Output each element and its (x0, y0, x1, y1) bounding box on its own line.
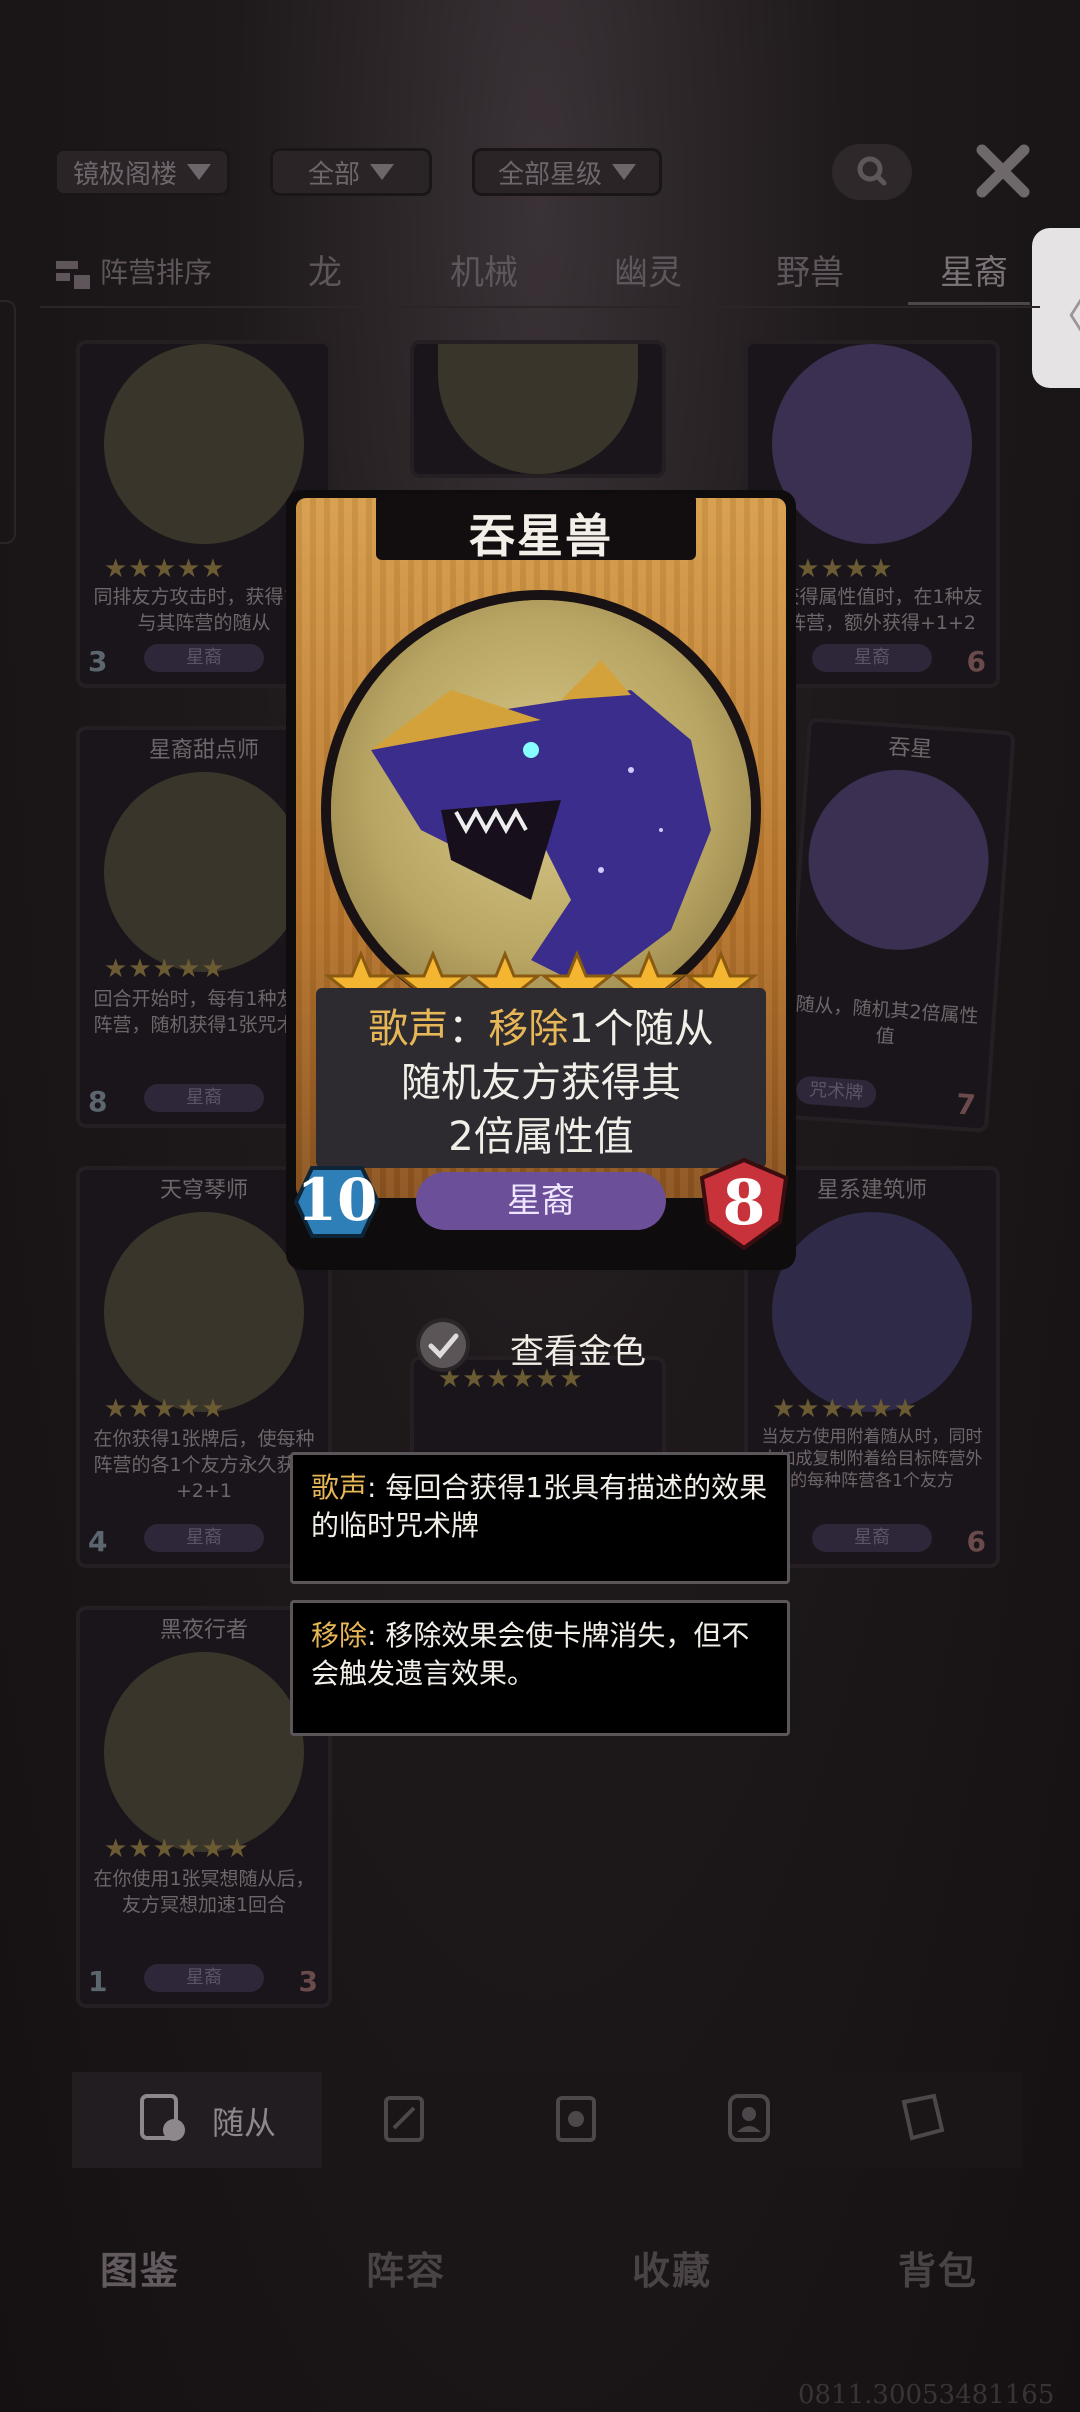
chevron-down-icon (612, 164, 636, 180)
tab-dragon[interactable]: 龙 (308, 245, 342, 294)
card-description: 在你使用1张冥想随从后，友方冥想加速1回合 (93, 1868, 315, 1916)
star-rating: ★★★★★ (104, 1394, 226, 1424)
close-button[interactable] (972, 140, 1034, 202)
sort-by-race-button[interactable]: 阵营排序 (54, 251, 212, 291)
featured-card-cost: 10 (296, 1166, 378, 1234)
card-description: 在你获得1张牌后，使每种阵营的各1个友方永久获得+2+1 (93, 1428, 315, 1502)
card-race: 星裔 (144, 1084, 264, 1112)
card-cost: 1 (88, 1965, 108, 1998)
text-line-2: 随机友方获得其 (401, 1060, 681, 1106)
card-race: 星裔 (144, 1524, 264, 1552)
search-button[interactable] (832, 144, 912, 200)
featured-card-race: 星裔 (416, 1172, 666, 1230)
card-race: 星裔 (812, 1524, 932, 1552)
left-edge-handle[interactable] (0, 300, 16, 544)
chevron-down-icon (370, 164, 394, 180)
minion-icon (140, 2094, 185, 2141)
card-portrait (104, 1652, 304, 1852)
trinket-icon[interactable] (550, 2090, 606, 2146)
card-portrait (438, 344, 638, 474)
view-gold-label: 查看金色 (510, 1332, 646, 1372)
card-cost: 8 (88, 1085, 108, 1118)
card-race: 星裔 (144, 1964, 264, 1992)
card-description: 随从，随机其2倍属性值 (794, 993, 980, 1049)
active-tab-indicator (908, 302, 1030, 305)
text-separator: ： (448, 1006, 489, 1052)
filter-location-label: 镜极阁楼 (72, 159, 177, 190)
star-rating: ★★★★★★ (772, 1394, 918, 1424)
card-cost: 3 (88, 645, 108, 678)
nav-backpack[interactable]: 背包 (898, 2240, 978, 2295)
card-attack: 3 (298, 1965, 318, 1998)
hero-icon[interactable] (722, 2090, 778, 2146)
card-portrait (802, 763, 995, 956)
view-gold-toggle[interactable]: 查看金色 (420, 1318, 670, 1374)
text-line-3: 2倍属性值 (448, 1114, 634, 1160)
card-portrait (104, 344, 304, 544)
card-portrait (104, 772, 304, 972)
tab-ghost[interactable]: 幽灵 (614, 245, 682, 294)
filter-location-dropdown[interactable]: 镜极阁楼 (54, 148, 230, 196)
category-minion-active[interactable] (72, 2072, 322, 2168)
nav-collection[interactable]: 收藏 (632, 2240, 712, 2295)
book-icon[interactable] (894, 2090, 950, 2146)
featured-card-attack: 8 (722, 1166, 766, 1239)
minion-card[interactable]: 吞星 随从，随机其2倍属性值 咒术牌 7 (784, 721, 1012, 1129)
tab-starborn[interactable]: 星裔 (940, 245, 1008, 294)
text-part: 1个随从 (568, 1006, 714, 1052)
card-race: 咒术牌 (795, 1075, 878, 1109)
filter-type-dropdown[interactable]: 全部 (270, 148, 432, 196)
chevron-left-icon: 〈 (1046, 284, 1080, 342)
search-icon (857, 156, 887, 186)
category-minion-label: 随从 (212, 2104, 277, 2142)
keyword-song[interactable]: 歌声 (368, 1006, 448, 1052)
card-attack: 7 (955, 1087, 977, 1122)
nav-lineup[interactable]: 阵容 (366, 2240, 446, 2295)
card-portrait (104, 1212, 304, 1412)
tooltip-keyword: 歌声 (311, 1471, 368, 1504)
version-label: 0811.3005348116​5 (798, 2380, 1055, 2410)
close-icon (976, 144, 1030, 198)
tooltip-song: 歌声: 每回合获得1张具有描述的效果的临时咒术牌 (290, 1452, 790, 1584)
tooltip-text: : 移除效果会使卡牌消失，但不会触发遗言效果。 (311, 1619, 750, 1690)
nav-codex[interactable]: 图鉴 (100, 2240, 180, 2295)
spell-icon[interactable] (378, 2090, 434, 2146)
race-tabs: 阵营排序 龙 机械 幽灵 野兽 星裔 (40, 245, 1040, 305)
card-attack: 6 (966, 1525, 986, 1558)
sort-label: 阵营排序 (100, 256, 213, 289)
card-description: 当友方使用附着随从时，同时未加成复制附着给目标阵营外的每种阵营各1个友方 (761, 1427, 983, 1491)
star-rating: ★★★★★ (104, 954, 226, 984)
minion-card[interactable] (414, 344, 662, 474)
keyword-remove[interactable]: 移除 (488, 1006, 568, 1052)
card-race: 星裔 (812, 644, 932, 672)
filter-star-label: 全部星级 (497, 159, 602, 190)
tooltip-keyword: 移除 (311, 1619, 368, 1652)
card-attack: 6 (966, 645, 986, 678)
card-cost: 4 (88, 1525, 108, 1558)
star-rating: ★★★★★ (104, 554, 226, 584)
check-icon (420, 1322, 466, 1368)
featured-card-description: 歌声：移除1个随从 随机友方获得其 2倍属性值 (316, 1002, 766, 1164)
tooltip-text: : 每回合获得1张具有描述的效果的临时咒术牌 (311, 1471, 768, 1542)
tab-mech[interactable]: 机械 (450, 245, 518, 294)
star-rating: ★★★★★★ (104, 1834, 250, 1864)
chevron-down-icon (187, 164, 211, 180)
tab-beast[interactable]: 野兽 (776, 245, 844, 294)
featured-card[interactable]: 吞星兽 歌声：移除1个随从 随机友方获得其 2倍属性值 10 星裔 8 (276, 480, 806, 1280)
filter-star-dropdown[interactable]: 全部星级 (472, 148, 662, 196)
sort-icon (56, 261, 90, 289)
tab-divider (40, 306, 1040, 308)
filter-type-label: 全部 (307, 159, 360, 190)
tooltip-remove: 移除: 移除效果会使卡牌消失，但不会触发遗言效果。 (290, 1600, 790, 1736)
card-race: 星裔 (144, 644, 264, 672)
featured-card-title: 吞星兽 (469, 509, 613, 563)
